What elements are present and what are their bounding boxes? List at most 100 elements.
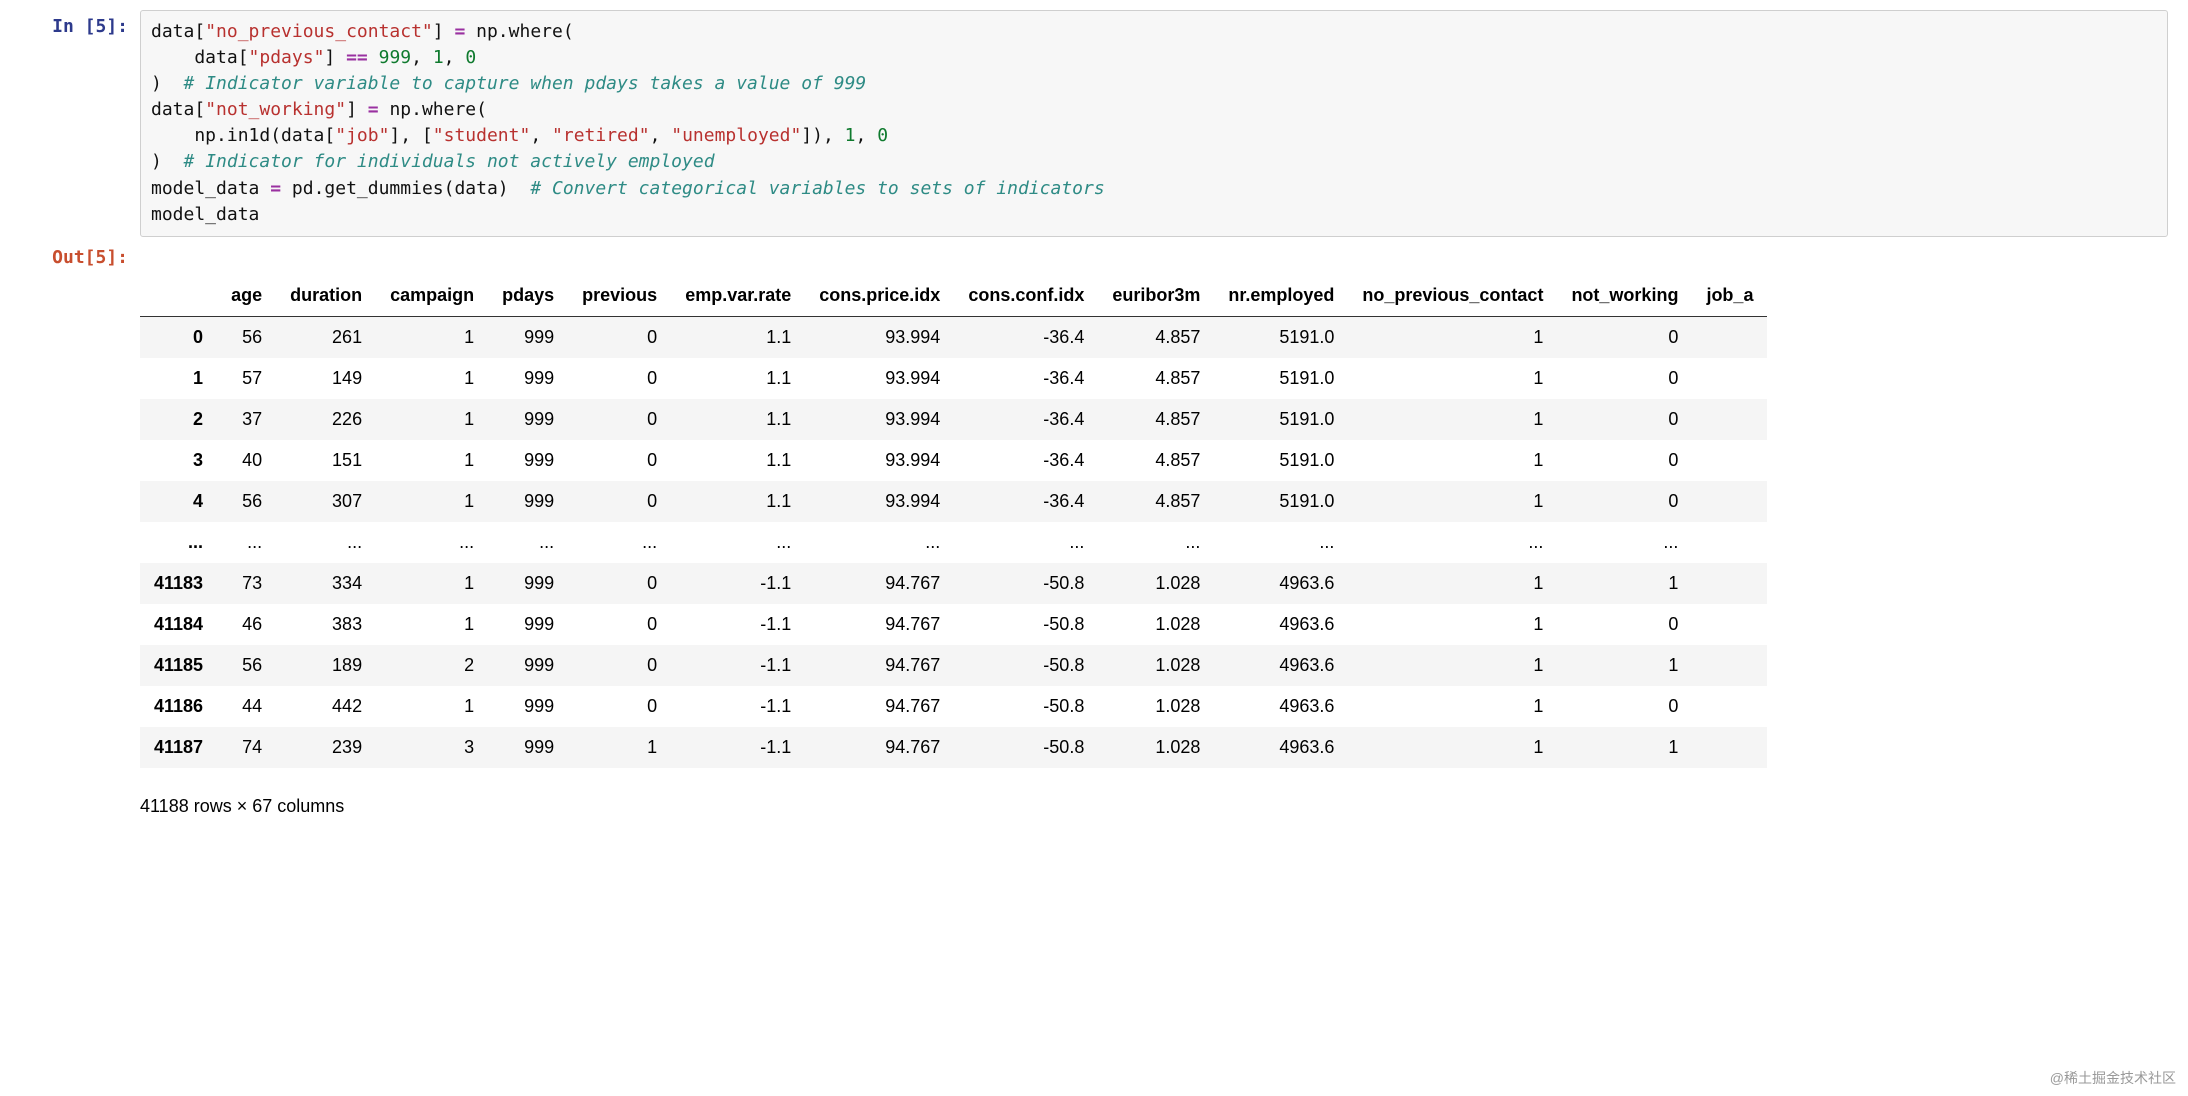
table-cell: 93.994	[805, 316, 954, 358]
table-cell: 57	[217, 358, 276, 399]
table-cell	[1692, 727, 1767, 768]
table-cell: 0	[1557, 358, 1692, 399]
table-cell: -1.1	[671, 563, 805, 604]
table-cell: 46	[217, 604, 276, 645]
code-text: ]),	[801, 125, 844, 146]
table-cell: 1	[1348, 604, 1557, 645]
table-cell: 94.767	[805, 645, 954, 686]
table-cell: 1	[1348, 563, 1557, 604]
table-cell	[1692, 522, 1767, 563]
code-operator: =	[270, 178, 281, 199]
table-cell: -50.8	[954, 563, 1098, 604]
table-cell: ...	[671, 522, 805, 563]
table-cell: 1	[376, 358, 488, 399]
column-header: nr.employed	[1214, 275, 1348, 317]
table-cell: 0	[1557, 686, 1692, 727]
table-cell	[1692, 563, 1767, 604]
table-cell: 1	[1557, 563, 1692, 604]
table-cell: 1	[376, 604, 488, 645]
column-header: cons.price.idx	[805, 275, 954, 317]
table-cell: 999	[488, 604, 568, 645]
table-cell: 999	[488, 358, 568, 399]
table-body: 056261199901.193.994-36.44.8575191.01015…	[140, 316, 1767, 768]
code-operator: =	[454, 21, 465, 42]
code-string: "unemployed"	[671, 125, 801, 146]
table-cell: 1.028	[1098, 727, 1214, 768]
table-cell: 1.1	[671, 399, 805, 440]
table-cell: 1	[376, 686, 488, 727]
code-number: 1	[433, 47, 444, 68]
column-header: not_working	[1557, 275, 1692, 317]
table-cell: -50.8	[954, 645, 1098, 686]
table-row: 456307199901.193.994-36.44.8575191.010	[140, 481, 1767, 522]
code-text: ]	[324, 47, 346, 68]
table-cell: ...	[954, 522, 1098, 563]
code-string: "not_working"	[205, 99, 346, 120]
table-cell: 4.857	[1098, 440, 1214, 481]
table-cell: 5191.0	[1214, 399, 1348, 440]
code-input[interactable]: data["no_previous_contact"] = np.where( …	[140, 10, 2168, 237]
table-cell	[1692, 316, 1767, 358]
code-text: model_data	[151, 178, 270, 199]
table-header-row: agedurationcampaignpdayspreviousemp.var.…	[140, 275, 1767, 317]
code-text: np.where(	[465, 21, 573, 42]
table-cell: 999	[488, 727, 568, 768]
table-cell: 1.1	[671, 358, 805, 399]
table-cell: 4.857	[1098, 316, 1214, 358]
table-row: 340151199901.193.994-36.44.8575191.010	[140, 440, 1767, 481]
row-index: 1	[140, 358, 217, 399]
table-cell: 37	[217, 399, 276, 440]
code-text: pd.get_dummies(data)	[281, 178, 530, 199]
table-cell: 56	[217, 316, 276, 358]
table-cell: 1	[376, 481, 488, 522]
table-cell: 0	[568, 645, 671, 686]
code-operator: ==	[346, 47, 368, 68]
table-cell: ...	[376, 522, 488, 563]
table-row: 411844638319990-1.194.767-50.81.0284963.…	[140, 604, 1767, 645]
table-cell	[1692, 440, 1767, 481]
index-header	[140, 275, 217, 317]
table-cell: 383	[276, 604, 376, 645]
code-text: ]	[433, 21, 455, 42]
table-cell: 999	[488, 645, 568, 686]
table-cell: 94.767	[805, 563, 954, 604]
table-cell: 239	[276, 727, 376, 768]
code-comment: # Indicator variable to capture when pda…	[184, 73, 867, 94]
column-header: euribor3m	[1098, 275, 1214, 317]
column-header: age	[217, 275, 276, 317]
row-index: 41187	[140, 727, 217, 768]
table-cell: 149	[276, 358, 376, 399]
table-cell: 1	[376, 440, 488, 481]
table-cell: 94.767	[805, 686, 954, 727]
table-cell: -36.4	[954, 316, 1098, 358]
table-cell: 5191.0	[1214, 358, 1348, 399]
code-string: "no_previous_contact"	[205, 21, 433, 42]
row-index: 41185	[140, 645, 217, 686]
code-number: 0	[465, 47, 476, 68]
table-cell: 56	[217, 481, 276, 522]
dataframe-table: agedurationcampaignpdayspreviousemp.var.…	[140, 275, 1767, 768]
table-cell: 93.994	[805, 358, 954, 399]
table-cell: ...	[488, 522, 568, 563]
table-cell: 226	[276, 399, 376, 440]
table-cell: 3	[376, 727, 488, 768]
table-cell: 999	[488, 399, 568, 440]
code-text: model_data	[151, 204, 259, 225]
table-cell: 1	[1348, 399, 1557, 440]
table-cell: 1.1	[671, 316, 805, 358]
table-cell: 1	[1557, 645, 1692, 686]
column-header: no_previous_contact	[1348, 275, 1557, 317]
table-cell: 1	[376, 563, 488, 604]
row-index: 41184	[140, 604, 217, 645]
code-string: "student"	[433, 125, 531, 146]
table-cell: 1	[1348, 316, 1557, 358]
table-cell: 93.994	[805, 481, 954, 522]
table-cell: 4.857	[1098, 399, 1214, 440]
dataframe-summary: 41188 rows × 67 columns	[140, 796, 2168, 817]
table-cell: 1	[1348, 481, 1557, 522]
table-cell: 0	[568, 686, 671, 727]
code-text: ,	[856, 125, 878, 146]
table-header: agedurationcampaignpdayspreviousemp.var.…	[140, 275, 1767, 317]
code-text: ,	[444, 47, 466, 68]
code-text: ,	[530, 125, 552, 146]
